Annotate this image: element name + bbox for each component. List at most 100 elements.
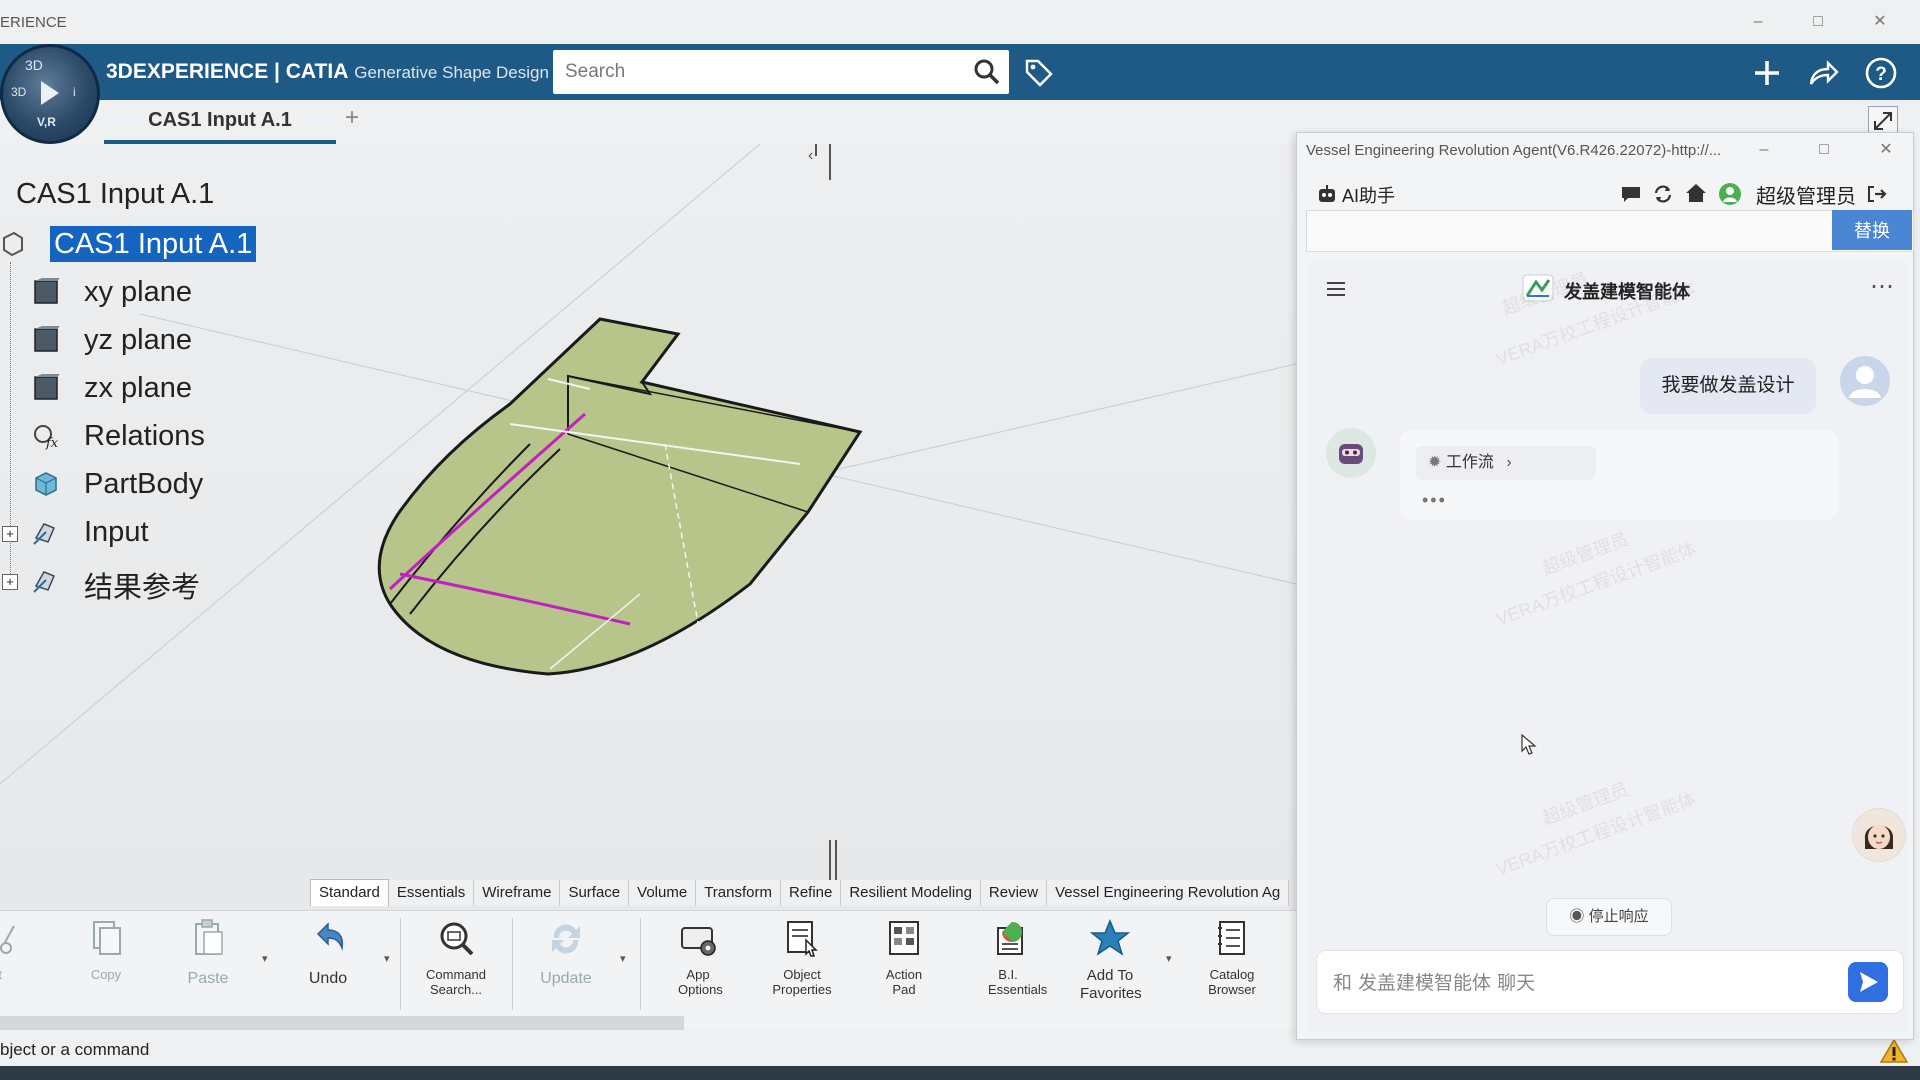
tab-transform[interactable]: Transform bbox=[696, 880, 781, 906]
search-icon[interactable] bbox=[973, 58, 1001, 86]
command-search-icon bbox=[440, 922, 474, 956]
paste-label: Paste bbox=[187, 970, 229, 987]
catalog-browser-icon bbox=[1218, 921, 1245, 955]
tab-vessel-engineering[interactable]: Vessel Engineering Revolution Ag bbox=[1047, 880, 1290, 906]
tag-icon[interactable] bbox=[1024, 58, 1054, 88]
copy-icon bbox=[93, 921, 121, 955]
replace-input-row[interactable] bbox=[1306, 210, 1914, 252]
stop-label: 停止响应 bbox=[1588, 908, 1649, 925]
compass-bottom-label: V,R bbox=[37, 115, 56, 129]
compass-icon[interactable]: 3D 3D i V,R bbox=[0, 44, 100, 144]
toolbar-scrollbar[interactable] bbox=[0, 1016, 684, 1030]
action-pad-button[interactable]: Action Pad bbox=[856, 918, 952, 997]
agent-maximize-button[interactable]: □ bbox=[1812, 140, 1836, 160]
replace-button[interactable]: 替换 bbox=[1832, 210, 1912, 250]
expand-icon[interactable]: + bbox=[2, 574, 18, 590]
share-icon[interactable] bbox=[1806, 56, 1840, 90]
tab-surface[interactable]: Surface bbox=[560, 880, 630, 906]
close-button[interactable]: ✕ bbox=[1868, 12, 1892, 32]
refresh-icon[interactable] bbox=[1652, 184, 1674, 204]
toolbar-separator bbox=[400, 918, 401, 1010]
maximize-button[interactable]: □ bbox=[1806, 12, 1830, 32]
search-box[interactable] bbox=[553, 50, 1009, 94]
undo-dropdown-icon[interactable]: ▾ bbox=[384, 952, 390, 965]
tree-root-title[interactable]: CAS1 Input A.1 bbox=[16, 178, 214, 211]
object-properties-icon bbox=[787, 921, 818, 957]
user-name[interactable]: 超级管理员 bbox=[1756, 180, 1856, 209]
expand-icon[interactable]: + bbox=[2, 526, 18, 542]
stop-response-button[interactable]: ◉ 停止响应 bbox=[1546, 898, 1672, 936]
logout-icon[interactable] bbox=[1866, 184, 1888, 204]
favorites-dropdown-icon[interactable]: ▾ bbox=[1166, 952, 1172, 965]
catalog-browser-label: Catalog Browser bbox=[1208, 967, 1256, 997]
tree-selected-item[interactable]: CAS1 Input A.1 bbox=[50, 226, 257, 262]
bi-essentials-label: B.I. Essentials bbox=[988, 967, 1048, 997]
catalog-browser-button[interactable]: Catalog Browser bbox=[1184, 918, 1280, 997]
plane-icon bbox=[34, 278, 60, 304]
home-icon[interactable] bbox=[1684, 182, 1708, 204]
app-options-button[interactable]: App Options bbox=[650, 918, 746, 997]
command-search-button[interactable]: Command Search... bbox=[408, 918, 504, 997]
add-tab-button[interactable]: + bbox=[340, 104, 364, 132]
send-button[interactable] bbox=[1848, 962, 1888, 1002]
tree-item-partbody[interactable]: PartBody bbox=[0, 468, 220, 504]
menu-icon[interactable] bbox=[1324, 278, 1348, 300]
bi-essentials-button[interactable]: B.I. Essentials bbox=[960, 918, 1056, 997]
warning-icon[interactable] bbox=[1880, 1038, 1908, 1064]
update-dropdown-icon[interactable]: ▾ bbox=[620, 952, 626, 965]
ai-assistant-label[interactable]: AI助手 bbox=[1342, 182, 1395, 208]
app-title: 3DEXPERIENCE | CATIA Generative Shape De… bbox=[106, 60, 549, 84]
tab-resilient-modeling[interactable]: Resilient Modeling bbox=[841, 880, 981, 906]
action-pad-icon bbox=[889, 921, 919, 955]
tree-item-relations[interactable]: fx Relations bbox=[0, 420, 220, 456]
send-icon bbox=[1860, 972, 1878, 992]
update-label: Update bbox=[540, 970, 592, 987]
agent-close-button[interactable]: ✕ bbox=[1874, 140, 1898, 160]
user-status-icon[interactable] bbox=[1718, 182, 1742, 206]
chat-bubble-icon[interactable] bbox=[1620, 184, 1642, 204]
tree-item-result-reference[interactable]: + 结果参考 bbox=[0, 564, 220, 604]
update-button[interactable]: Update bbox=[518, 918, 614, 988]
paste-button[interactable]: Paste bbox=[160, 918, 256, 988]
more-options-icon[interactable]: ⋯ bbox=[1870, 272, 1894, 301]
add-favorites-button[interactable]: Add To Favorites bbox=[1062, 918, 1158, 1003]
tree-item-yz-plane[interactable]: yz plane bbox=[0, 324, 220, 360]
tab-volume[interactable]: Volume bbox=[629, 880, 697, 906]
brand-name: 3DEXPERIENCE | CATIA bbox=[106, 60, 349, 83]
compass-right-label: i bbox=[73, 85, 76, 99]
tree-item-zx-plane[interactable]: zx plane bbox=[0, 372, 220, 408]
tab-review[interactable]: Review bbox=[980, 880, 1048, 906]
copy-button[interactable]: Copy bbox=[58, 918, 154, 982]
minimize-button[interactable]: – bbox=[1746, 12, 1770, 32]
paste-icon bbox=[195, 919, 223, 955]
toolbar-separator bbox=[640, 918, 641, 1010]
hood-surface-model[interactable] bbox=[377, 317, 863, 676]
scissors-icon bbox=[0, 925, 15, 954]
play-icon[interactable] bbox=[41, 81, 59, 105]
tree-item-input[interactable]: + Input bbox=[0, 516, 220, 552]
undo-icon bbox=[316, 922, 344, 951]
workflow-chip[interactable]: ✹ 工作流 › bbox=[1416, 446, 1596, 480]
paste-dropdown-icon[interactable]: ▾ bbox=[262, 952, 268, 965]
object-properties-button[interactable]: Object Properties bbox=[754, 918, 850, 997]
status-text: bject or a command bbox=[0, 1040, 150, 1059]
tab-cas1-input[interactable]: CAS1 Input A.1 bbox=[104, 100, 336, 144]
cut-button[interactable]: ut bbox=[0, 918, 46, 982]
app-options-label: App Options bbox=[678, 967, 723, 997]
product-icon bbox=[3, 231, 23, 257]
tab-wireframe[interactable]: Wireframe bbox=[474, 880, 561, 906]
tab-essentials[interactable]: Essentials bbox=[388, 880, 475, 906]
assistant-avatar[interactable] bbox=[1852, 808, 1906, 862]
tree-item-xy-plane[interactable]: xy plane bbox=[0, 276, 220, 312]
tab-refine[interactable]: Refine bbox=[780, 880, 842, 906]
search-input[interactable] bbox=[563, 58, 957, 86]
chat-input-box[interactable] bbox=[1316, 950, 1904, 1014]
tab-standard[interactable]: Standard bbox=[310, 879, 389, 906]
chat-input[interactable] bbox=[1331, 969, 1815, 997]
plus-icon[interactable] bbox=[1750, 56, 1784, 90]
star-icon bbox=[1089, 919, 1131, 956]
help-icon[interactable]: ? bbox=[1864, 56, 1898, 90]
typing-indicator: ••• bbox=[1422, 490, 1447, 510]
undo-button[interactable]: Undo bbox=[280, 918, 376, 988]
agent-minimize-button[interactable]: – bbox=[1752, 140, 1776, 160]
